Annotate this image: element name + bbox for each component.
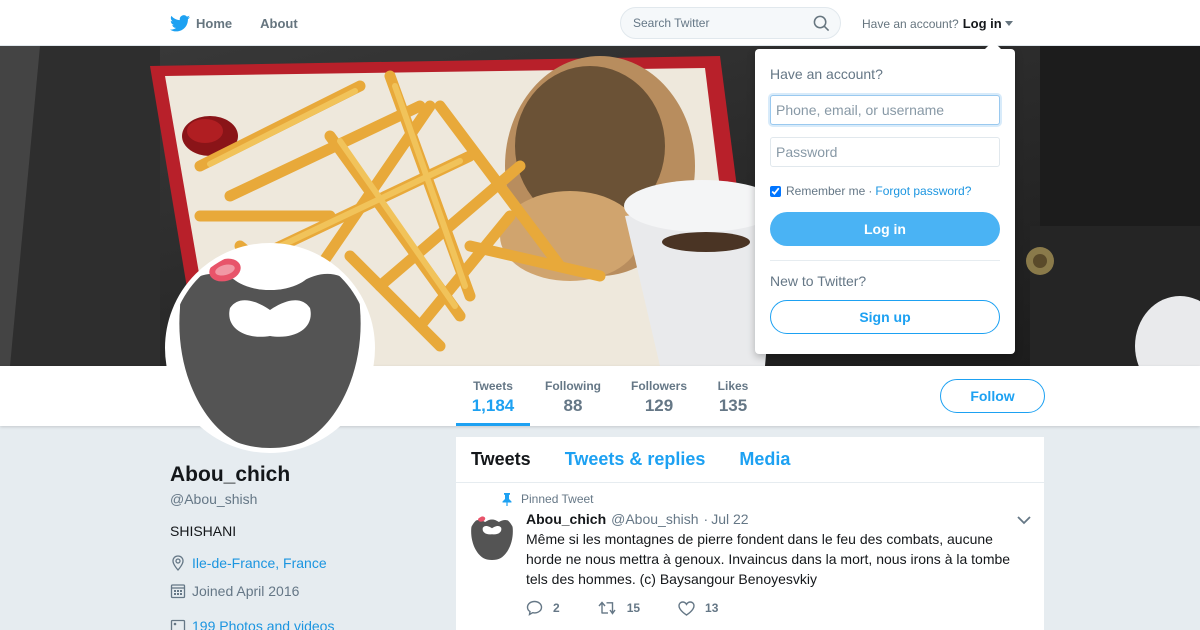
search-input[interactable] [621, 8, 801, 38]
profile-bio: SHISHANI [170, 523, 237, 539]
stat-label: Tweets [473, 379, 513, 393]
stat-following[interactable]: Following 88 [540, 366, 606, 426]
profile-name: Abou_chich [170, 463, 291, 486]
profile-photos: 199 Photos and videos [170, 618, 334, 630]
photo-icon [170, 619, 186, 630]
stat-label: Following [545, 379, 601, 393]
search-icon[interactable] [813, 15, 830, 32]
retweet-count: 15 [626, 601, 641, 615]
remember-row: Remember me · Forgot password? [770, 184, 971, 198]
profile-avatar[interactable] [165, 243, 375, 453]
joined-text: Joined April 2016 [192, 583, 300, 599]
stat-value: 1,184 [471, 396, 515, 415]
tweet-actions: 2 15 13 [526, 600, 756, 616]
search-box [620, 7, 841, 39]
reply-action[interactable]: 2 [526, 600, 560, 616]
follow-button[interactable]: Follow [940, 379, 1045, 413]
login-dropdown-toggle[interactable]: Log in [963, 16, 1013, 31]
tab-tweets[interactable]: Tweets [471, 449, 531, 470]
stat-value: 129 [644, 396, 674, 415]
separator-dot: · [868, 184, 873, 198]
forgot-password-link[interactable]: Forgot password? [875, 184, 971, 198]
stat-tweets[interactable]: Tweets 1,184 [456, 366, 530, 426]
photos-videos-link[interactable]: 199 Photos and videos [192, 618, 334, 630]
pinned-label: Pinned Tweet [502, 492, 594, 506]
reply-icon [526, 600, 543, 616]
remember-me-checkbox[interactable] [770, 185, 781, 197]
like-action[interactable]: 13 [678, 600, 718, 616]
home-link[interactable]: Home [170, 14, 233, 32]
profile-joined: Joined April 2016 [170, 583, 299, 599]
tweet-timestamp[interactable]: Jul 22 [711, 511, 748, 527]
tweet-text: Même si les montagnes de pierre fondent … [526, 531, 1011, 587]
profile-handle: @Abou_shish [170, 491, 258, 507]
tweet-separator: · [703, 511, 709, 527]
retweet-icon [598, 601, 616, 615]
nav-left: Home About [170, 0, 326, 46]
pinned-text: Pinned Tweet [521, 492, 594, 506]
twitter-bird-icon [170, 14, 190, 31]
pin-icon [502, 492, 512, 506]
timeline-tabs: Tweets Tweets & replies Media [456, 437, 1044, 483]
like-count: 13 [705, 601, 719, 615]
account-prompt-text: Have an account? [862, 16, 959, 31]
top-navigation: Home About Have an account? Log in [0, 0, 1200, 46]
stat-label: Likes [717, 379, 749, 393]
tab-tweets-replies[interactable]: Tweets & replies [565, 449, 706, 470]
signup-button[interactable]: Sign up [770, 300, 1000, 334]
about-label: About [260, 15, 298, 31]
chevron-down-icon[interactable] [1017, 516, 1031, 525]
login-link-label: Log in [962, 16, 1002, 31]
stat-label: Followers [630, 379, 687, 393]
about-link[interactable]: About [260, 16, 298, 31]
timeline: Tweets Tweets & replies Media Pinned Twe… [456, 437, 1044, 630]
stat-value: 135 [718, 396, 748, 415]
location-link[interactable]: Ile-de-France, France [192, 555, 327, 571]
heart-icon [678, 600, 695, 616]
remember-me-label: Remember me [786, 184, 866, 198]
tweet-header: Abou_chich @Abou_shish · Jul 22 [526, 511, 749, 527]
login-button[interactable]: Log in [770, 212, 1000, 246]
tweet-handle: @Abou_shish [611, 511, 699, 527]
caret-down-icon [1004, 21, 1013, 26]
login-dropdown: Have an account? Remember me · Forgot pa… [755, 41, 1015, 354]
tab-media[interactable]: Media [739, 449, 790, 470]
beard-avatar-small [469, 514, 515, 560]
home-label: Home [196, 15, 233, 31]
stat-value: 88 [563, 396, 583, 415]
password-field[interactable] [770, 137, 1000, 167]
stat-followers[interactable]: Followers 129 [626, 366, 692, 426]
calendar-icon [170, 584, 186, 599]
tweet-author[interactable]: Abou_chich [526, 511, 606, 527]
profile-location: Ile-de-France, France [170, 555, 327, 571]
dropdown-title: Have an account? [770, 66, 883, 82]
account-prompt: Have an account? Log in [862, 16, 1013, 31]
reply-count: 2 [553, 601, 560, 615]
tweet-avatar[interactable] [469, 514, 515, 560]
stat-likes[interactable]: Likes 135 [711, 366, 755, 426]
new-to-twitter-text: New to Twitter? [770, 273, 867, 289]
location-pin-icon [172, 555, 184, 571]
retweet-action[interactable]: 15 [598, 600, 640, 616]
dropdown-divider [770, 260, 1000, 261]
username-field[interactable] [770, 95, 1000, 125]
beard-avatar-image [170, 248, 370, 448]
